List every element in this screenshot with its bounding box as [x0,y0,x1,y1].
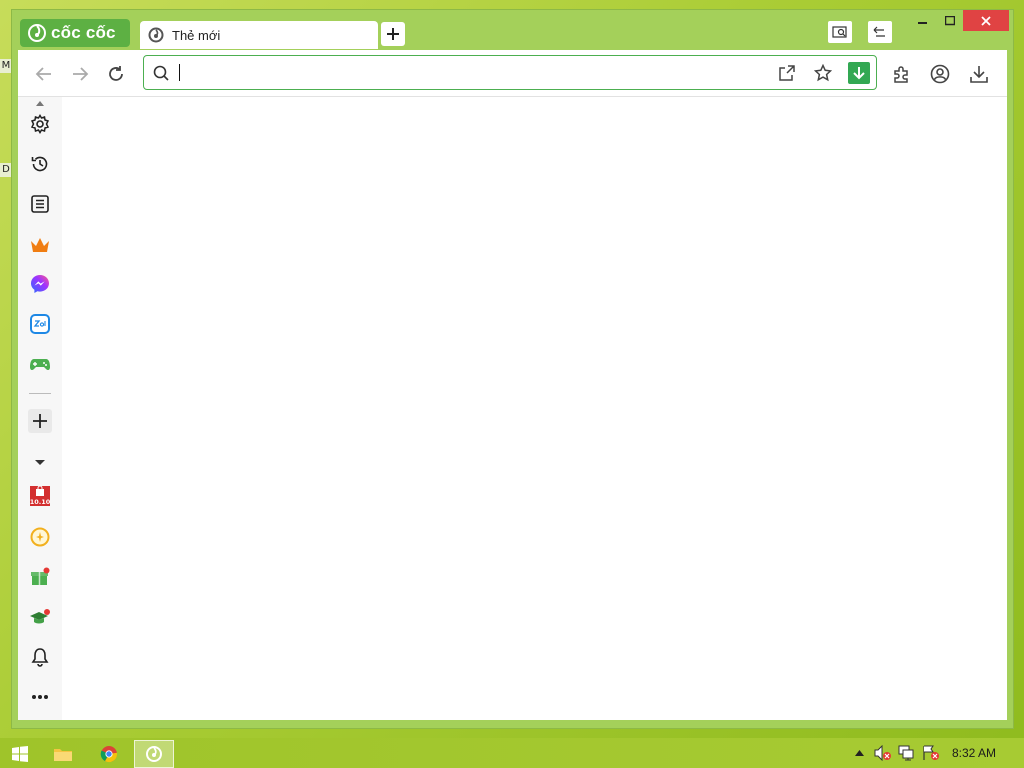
browser-content: 10.10 [18,97,1007,720]
maximize-icon [945,15,955,25]
history-icon [31,156,48,172]
sidebar-item-learning[interactable] [28,605,52,629]
plus-icon [387,28,399,40]
tab-new-tab[interactable]: Thẻ mới [140,21,378,49]
minimize-icon [918,21,927,24]
forward-button[interactable] [68,62,92,86]
volume-muted-icon [874,745,891,761]
savior-download-button[interactable] [848,62,870,84]
minimize-button[interactable] [908,10,938,31]
text-caret [179,64,180,81]
sidebar-divider [29,393,51,394]
search-icon [150,62,172,84]
profile-button[interactable] [928,62,952,86]
close-icon [981,15,991,26]
coccoc-menu-button[interactable]: cốc cốc [20,19,130,47]
sidebar-item-gift[interactable] [28,565,52,589]
windows-logo-icon [12,746,28,762]
sidebar-scroll-up-button[interactable] [28,99,52,107]
star-icon [814,64,832,82]
messenger-icon [31,275,49,293]
sidebar-item-reading-list[interactable] [28,192,52,216]
arrow-left-icon [35,67,51,81]
sidebar-toggle-button[interactable] [868,21,892,43]
crown-icon [31,238,49,252]
tray-overflow-button[interactable] [850,745,868,761]
plus-icon [33,414,47,428]
address-input[interactable] [178,62,768,84]
coccoc-logo-icon [28,24,46,42]
sidebar-item-notifications[interactable] [28,645,52,669]
sidebar-item-coin[interactable] [28,525,52,549]
tray-volume[interactable] [874,745,892,761]
gamepad-icon [30,359,50,371]
back-button[interactable] [32,62,56,86]
flag-error-icon [923,745,939,760]
sidebar: 10.10 [18,97,62,720]
sidebar-add-button[interactable] [28,409,52,433]
tab-title: Thẻ mới [172,27,221,43]
chrome-icon [100,746,118,763]
reload-button[interactable] [104,62,128,86]
svg-text:10.10: 10.10 [30,498,51,506]
sidebar-item-zalo[interactable] [28,312,52,336]
tab-search-icon [832,26,847,38]
gift-icon [31,567,50,585]
maximize-button[interactable] [938,10,962,31]
sidebar-expand-button[interactable] [28,457,52,467]
browser-toolbar [18,50,1007,97]
sidebar-more-button[interactable] [28,685,52,709]
coccoc-taskbar-icon [146,746,162,762]
sidebar-item-history[interactable] [28,152,52,176]
tray-action-center[interactable] [922,745,940,761]
arrow-right-icon [73,67,89,81]
new-tab-page [62,97,1007,720]
close-button[interactable] [963,10,1009,31]
share-icon [779,65,795,81]
new-tab-button[interactable] [381,22,405,46]
graduation-cap-icon [30,609,50,624]
bookmark-button[interactable] [812,62,834,84]
gear-icon [30,114,50,134]
browser-window: cốc cốc Thẻ mới 10.10 [11,9,1014,729]
caret-up-icon [854,750,864,756]
reload-icon [109,66,123,81]
share-button[interactable] [776,62,798,84]
puzzle-icon [894,66,908,83]
zalo-icon [30,314,50,334]
taskbar: 8:32 AM [0,738,1024,768]
coin-icon [30,527,50,547]
downloads-button[interactable] [967,62,991,86]
folder-icon [54,749,72,761]
sidebar-item-settings[interactable] [28,112,52,136]
coccoc-tab-icon [148,27,164,43]
brand-label: cốc cốc [51,23,116,42]
shopping-bag-icon: 10.10 [30,485,51,506]
extensions-button[interactable] [890,62,914,86]
network-icon [898,745,914,761]
title-bar: cốc cốc Thẻ mới [12,10,1013,50]
address-bar[interactable] [143,55,877,90]
taskbar-chrome[interactable] [89,740,129,768]
more-dots-icon [32,695,48,699]
list-icon [31,195,49,213]
download-icon [970,66,988,83]
taskbar-clock[interactable]: 8:32 AM [952,746,996,760]
taskbar-coccoc[interactable] [134,740,174,768]
tray-network[interactable] [898,745,916,761]
sidebar-item-shopping[interactable]: 10.10 [28,484,52,508]
sidebar-item-crown[interactable] [28,233,52,257]
sidebar-item-messenger[interactable] [28,272,52,296]
caret-up-icon [36,100,44,106]
sidebar-item-games[interactable] [28,352,52,376]
download-arrow-icon [853,67,865,80]
bell-icon [31,648,49,667]
profile-icon [930,64,950,84]
start-button[interactable] [0,740,40,768]
caret-down-icon [35,459,45,465]
back-list-icon [873,26,885,37]
tab-search-button[interactable] [828,21,852,43]
taskbar-file-explorer[interactable] [43,740,83,768]
